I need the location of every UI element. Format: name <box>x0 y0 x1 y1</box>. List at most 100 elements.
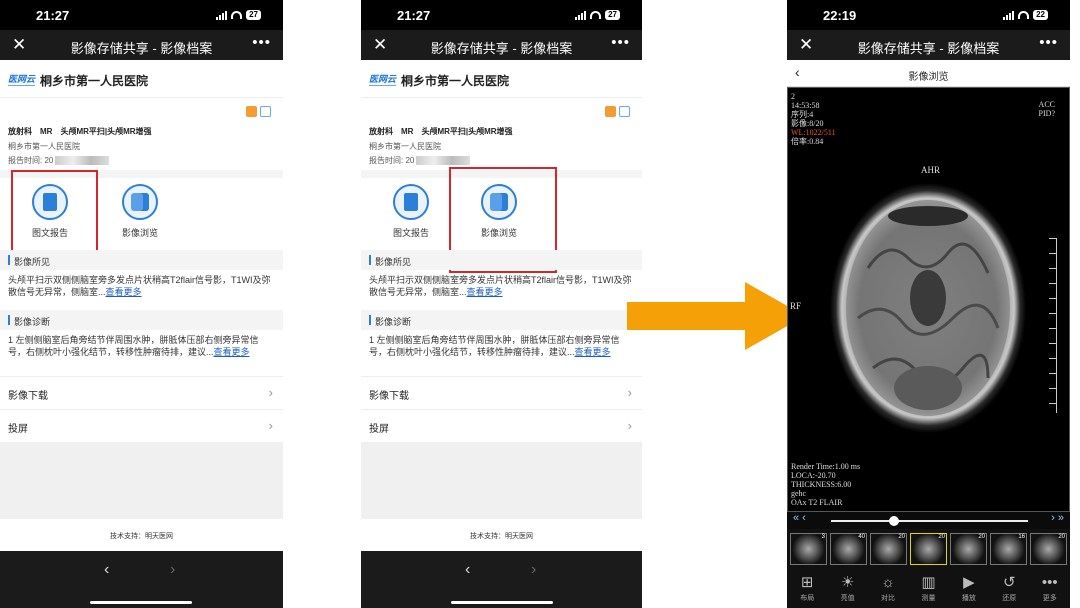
share-icon[interactable] <box>605 106 616 117</box>
contrast-icon: ☼ <box>881 574 895 591</box>
phone-screenshot-report-selected: 21:27 27 ✕ 影像存储共享 - 影像档案 ••• 医网云 桐乡市第一人民… <box>0 0 283 608</box>
browse-button[interactable]: 影像浏览 <box>110 184 170 239</box>
wifi-icon <box>590 11 602 19</box>
chevron-right-icon: › <box>268 418 273 433</box>
hospital-name: 桐乡市第一人民医院 <box>40 74 149 88</box>
series-thumbnail[interactable]: 20 <box>1030 533 1067 565</box>
share-icon[interactable] <box>246 106 257 117</box>
prev-image-icon[interactable]: « ‹ <box>793 512 806 524</box>
wifi-icon <box>1018 11 1030 19</box>
report-time: 报告时间: 20 <box>369 155 471 166</box>
signal-icon <box>575 10 587 20</box>
diagnosis-header: 影像诊断 <box>0 310 283 330</box>
nav-bar: ✕ 影像存储共享 - 影像档案 ••• <box>787 30 1070 60</box>
chevron-right-icon: › <box>627 418 632 433</box>
findings-more-link[interactable]: 查看更多 <box>467 287 503 297</box>
status-bar: 21:27 27 <box>0 0 283 30</box>
diagnosis-more-link[interactable]: 查看更多 <box>214 347 250 357</box>
battery-icon: 27 <box>246 10 261 20</box>
report-time: 报告时间: 20 <box>8 155 110 166</box>
redacted-blur <box>416 156 471 166</box>
series-thumbnail[interactable]: 40 <box>830 533 867 565</box>
exam-hospital: 桐乡市第一人民医院 <box>8 142 80 151</box>
xray-icon <box>122 184 158 220</box>
more-icon[interactable]: ••• <box>252 34 271 51</box>
play-button[interactable]: ▶ 播放 <box>951 575 987 608</box>
edit-icon[interactable] <box>619 106 630 117</box>
browser-nav: ‹ › <box>0 551 283 608</box>
download-row[interactable]: 影像下载 › <box>361 376 642 409</box>
exam-hospital: 桐乡市第一人民医院 <box>369 142 441 151</box>
cast-row[interactable]: 投屏 › <box>0 409 283 442</box>
series-thumbnail-selected[interactable]: 20 <box>910 533 947 565</box>
series-thumbnail[interactable]: 16 <box>990 533 1027 565</box>
orientation-rf: RF <box>790 301 802 311</box>
brightness-icon: ☀ <box>840 574 855 591</box>
footer-credit: 技术支持：明天医网 <box>361 519 642 551</box>
ruler-icon: ▥ <box>921 574 936 591</box>
exam-info: 放射科 MR 头颅MR平扫|头颅MR增强 桐乡市第一人民医院 报告时间: 20 <box>361 98 642 170</box>
hospital-logo: 医网云 <box>8 74 36 86</box>
play-icon: ▶ <box>963 574 975 591</box>
series-thumbnail[interactable]: 20 <box>950 533 987 565</box>
back-icon[interactable]: ‹ <box>465 561 470 579</box>
report-button[interactable]: 图文报告 <box>381 184 441 239</box>
series-thumbnail[interactable]: 3 <box>790 533 827 565</box>
contrast-button[interactable]: ☼ 对比 <box>870 575 906 608</box>
forward-icon[interactable]: › <box>531 561 536 579</box>
dicom-image-canvas[interactable]: 2 14:53:58 序列:4 影像:8/20 WL:1022/511 倍率:0… <box>787 87 1070 512</box>
battery-icon: 22 <box>1033 10 1048 20</box>
back-icon[interactable]: ‹ <box>104 561 109 579</box>
nav-bar: ✕ 影像存储共享 - 影像档案 ••• <box>361 30 642 60</box>
download-row[interactable]: 影像下载 › <box>0 376 283 409</box>
orientation-ahr: AHR <box>921 165 941 175</box>
phone-screenshot-browse-selected: 21:27 27 ✕ 影像存储共享 - 影像档案 ••• 医网云 桐乡市第一人民… <box>361 0 642 608</box>
zoom-level: 倍率:0.84 <box>791 137 824 146</box>
reset-icon: ↺ <box>1003 574 1016 591</box>
findings-text: 头颅平扫示双侧侧脑室旁多发点片状稍高T2flair信号影，T1WI及弥散信号无异… <box>369 275 632 297</box>
home-indicator <box>90 601 192 604</box>
more-icon[interactable]: ••• <box>1039 34 1058 51</box>
hospital-header: 医网云 桐乡市第一人民医院 <box>0 60 283 98</box>
diagnosis-more-link[interactable]: 查看更多 <box>575 347 611 357</box>
diagnosis-text: 1 左侧侧脑室后角旁结节伴周围水肿，胼胝体压部右侧旁异常信号，右侧枕叶小强化结节… <box>8 335 259 357</box>
findings-header: 影像所见 <box>0 250 283 270</box>
action-icons: 图文报告 影像浏览 <box>361 167 642 273</box>
measure-button[interactable]: ▥ 测量 <box>910 575 946 608</box>
layout-icon: ⊞ <box>800 574 814 591</box>
brightness-button[interactable]: ☀ 亮值 <box>830 575 866 608</box>
edit-icon[interactable] <box>260 106 271 117</box>
chevron-right-icon: › <box>268 385 273 400</box>
forward-icon[interactable]: › <box>170 561 175 579</box>
layout-button[interactable]: ⊞ 布局 <box>789 575 825 608</box>
exam-info: 放射科 MR 头颅MR平扫|头颅MR增强 桐乡市第一人民医院 报告时间: 20 <box>0 98 283 170</box>
battery-icon: 27 <box>605 10 620 20</box>
status-time: 21:27 <box>397 8 431 23</box>
image-slider[interactable]: « ‹ › » <box>787 512 1070 529</box>
status-time: 22:19 <box>823 8 857 23</box>
series-thumbnails: 3 40 20 20 20 16 20 <box>787 529 1070 569</box>
exam-title: 放射科 MR 头颅MR平扫|头颅MR增强 <box>369 127 513 136</box>
slider-knob[interactable] <box>889 516 900 526</box>
viewer-title: 影像浏览 <box>908 72 949 83</box>
exam-title: 放射科 MR 头颅MR平扫|头颅MR增强 <box>8 127 152 136</box>
slider-track[interactable] <box>831 520 1028 522</box>
cast-row[interactable]: 投屏 › <box>361 409 642 442</box>
status-time: 21:27 <box>36 8 70 23</box>
chevron-right-icon: › <box>627 385 632 400</box>
page-title: 影像存储共享 - 影像档案 <box>70 41 213 56</box>
reset-button[interactable]: ↺ 还原 <box>991 575 1027 608</box>
phone-screenshot-image-viewer: 22:19 22 ✕ 影像存储共享 - 影像档案 ••• ‹ 影像浏览 2 14… <box>787 0 1070 608</box>
more-icon[interactable]: ••• <box>611 34 630 51</box>
series-thumbnail[interactable]: 20 <box>870 533 907 565</box>
findings-more-link[interactable]: 查看更多 <box>106 287 142 297</box>
next-image-icon[interactable]: › » <box>1051 512 1064 524</box>
scale-ruler <box>1049 238 1057 413</box>
page-title: 影像存储共享 - 影像档案 <box>857 41 1000 56</box>
document-icon <box>393 184 429 220</box>
viewer-toolbar: ⊞ 布局 ☀ 亮值 ☼ 对比 ▥ 测量 ▶ 播放 ↺ 还原 ••• 更多 <box>787 569 1070 608</box>
more-button[interactable]: ••• 更多 <box>1032 575 1068 608</box>
nav-bar: ✕ 影像存储共享 - 影像档案 ••• <box>0 30 283 60</box>
overlay-top-right: ACC PID? <box>1038 100 1055 118</box>
overlay-top-left: 2 14:53:58 序列:4 影像:8/20 WL:1022/511 倍率:0… <box>791 92 836 146</box>
